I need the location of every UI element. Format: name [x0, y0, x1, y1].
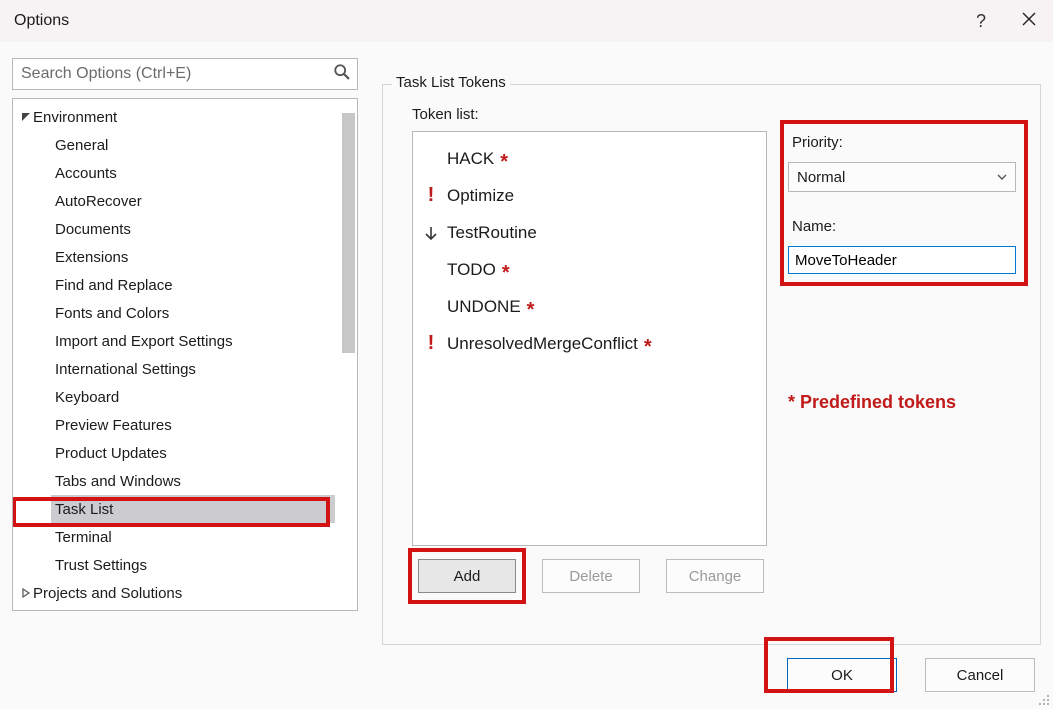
- token-item-undone[interactable]: UNDONE *: [413, 288, 766, 325]
- tree-label: AutoRecover: [55, 193, 142, 210]
- ok-button[interactable]: OK: [787, 658, 897, 692]
- tree-label: Projects and Solutions: [33, 585, 182, 602]
- tree-label: Task List: [55, 501, 113, 518]
- tree-item-autorecover[interactable]: AutoRecover: [51, 187, 357, 215]
- predefined-asterisk-icon: *: [638, 340, 652, 354]
- priority-high-icon: !: [419, 332, 443, 355]
- token-item-todo[interactable]: TODO *: [413, 251, 766, 288]
- priority-low-icon: [419, 225, 443, 241]
- tree-node-projects-solutions[interactable]: Projects and Solutions: [13, 579, 357, 607]
- add-button[interactable]: Add: [418, 559, 516, 593]
- tree-item-trust-settings[interactable]: Trust Settings: [51, 551, 357, 579]
- priority-dropdown[interactable]: Normal: [788, 162, 1016, 192]
- search-icon: [333, 63, 351, 85]
- tree-label: Keyboard: [55, 389, 119, 406]
- cancel-button[interactable]: Cancel: [925, 658, 1035, 692]
- settings-panel: Task List Tokens Token list: HACK * ! Op…: [382, 66, 1041, 645]
- priority-high-icon: !: [419, 184, 443, 207]
- token-name: UNDONE: [443, 297, 521, 317]
- options-dialog: Options ? Environment: [0, 0, 1053, 709]
- name-input[interactable]: [788, 246, 1016, 274]
- tree-item-terminal[interactable]: Terminal: [51, 523, 357, 551]
- tree-label: General: [55, 137, 108, 154]
- tree-node-environment[interactable]: Environment: [13, 103, 357, 131]
- close-icon: [1022, 12, 1036, 31]
- token-name: UnresolvedMergeConflict: [443, 334, 638, 354]
- tree-label: Product Updates: [55, 445, 167, 462]
- tree-item-documents[interactable]: Documents: [51, 215, 357, 243]
- priority-value: Normal: [797, 169, 845, 186]
- resize-grip[interactable]: [1037, 693, 1051, 707]
- predefined-asterisk-icon: *: [494, 155, 508, 169]
- token-item-optimize[interactable]: ! Optimize: [413, 177, 766, 214]
- token-name: TODO: [443, 260, 496, 280]
- expand-arrow-icon: [19, 585, 33, 602]
- token-list-label: Token list:: [412, 106, 479, 123]
- predefined-asterisk-icon: *: [521, 303, 535, 317]
- content-area: Environment General Accounts AutoRecover…: [12, 58, 1041, 645]
- tree-item-fonts-colors[interactable]: Fonts and Colors: [51, 299, 357, 327]
- tree-item-general[interactable]: General: [51, 131, 357, 159]
- close-button[interactable]: [1005, 0, 1053, 42]
- priority-label: Priority:: [792, 134, 843, 151]
- button-label: Delete: [569, 568, 612, 585]
- token-item-hack[interactable]: HACK *: [413, 140, 766, 177]
- name-label: Name:: [792, 218, 836, 235]
- tree-item-find-replace[interactable]: Find and Replace: [51, 271, 357, 299]
- tree-item-product-updates[interactable]: Product Updates: [51, 439, 357, 467]
- tree-item-international[interactable]: International Settings: [51, 355, 357, 383]
- delete-button[interactable]: Delete: [542, 559, 640, 593]
- tree-item-extensions[interactable]: Extensions: [51, 243, 357, 271]
- token-item-unresolved[interactable]: ! UnresolvedMergeConflict *: [413, 325, 766, 362]
- tree-item-import-export[interactable]: Import and Export Settings: [51, 327, 357, 355]
- button-label: Change: [689, 568, 742, 585]
- tree-item-preview-features[interactable]: Preview Features: [51, 411, 357, 439]
- dialog-footer: OK Cancel: [0, 653, 1053, 697]
- tree-label: Terminal: [55, 529, 112, 546]
- predefined-asterisk-icon: *: [496, 266, 510, 280]
- tree-label: Documents: [55, 221, 131, 238]
- tree-item-keyboard[interactable]: Keyboard: [51, 383, 357, 411]
- tree-label: Accounts: [55, 165, 117, 182]
- tree-label: Fonts and Colors: [55, 305, 169, 322]
- token-list[interactable]: HACK * ! Optimize TestRoutine TODO *: [412, 131, 767, 546]
- titlebar: Options ?: [0, 0, 1053, 42]
- search-box[interactable]: [12, 58, 358, 90]
- tree-item-tabs-windows[interactable]: Tabs and Windows: [51, 467, 357, 495]
- tree-label: Find and Replace: [55, 277, 173, 294]
- help-button[interactable]: ?: [957, 0, 1005, 42]
- token-item-testroutine[interactable]: TestRoutine: [413, 214, 766, 251]
- fieldset-title: Task List Tokens: [392, 74, 510, 91]
- tree-label: Trust Settings: [55, 557, 147, 574]
- token-name: TestRoutine: [443, 223, 537, 243]
- change-button[interactable]: Change: [666, 559, 764, 593]
- token-name: HACK: [443, 149, 494, 169]
- tree-label: Environment: [33, 109, 117, 126]
- tree-label: Extensions: [55, 249, 128, 266]
- tree-label: Import and Export Settings: [55, 333, 233, 350]
- tree-label: Tabs and Windows: [55, 473, 181, 490]
- chevron-down-icon: [997, 169, 1007, 186]
- tree-label: Preview Features: [55, 417, 172, 434]
- button-label: Add: [454, 568, 481, 585]
- token-name: Optimize: [443, 186, 514, 206]
- search-input[interactable]: [19, 64, 333, 84]
- button-label: Cancel: [957, 667, 1004, 684]
- scrollbar-thumb[interactable]: [342, 113, 355, 353]
- predefined-note: * Predefined tokens: [788, 392, 956, 413]
- tree-item-task-list[interactable]: Task List: [51, 495, 335, 523]
- button-label: OK: [831, 667, 853, 684]
- tree-label: International Settings: [55, 361, 196, 378]
- collapse-arrow-icon: [19, 109, 33, 126]
- options-tree[interactable]: Environment General Accounts AutoRecover…: [12, 98, 358, 611]
- tree-item-accounts[interactable]: Accounts: [51, 159, 357, 187]
- window-title: Options: [14, 12, 69, 30]
